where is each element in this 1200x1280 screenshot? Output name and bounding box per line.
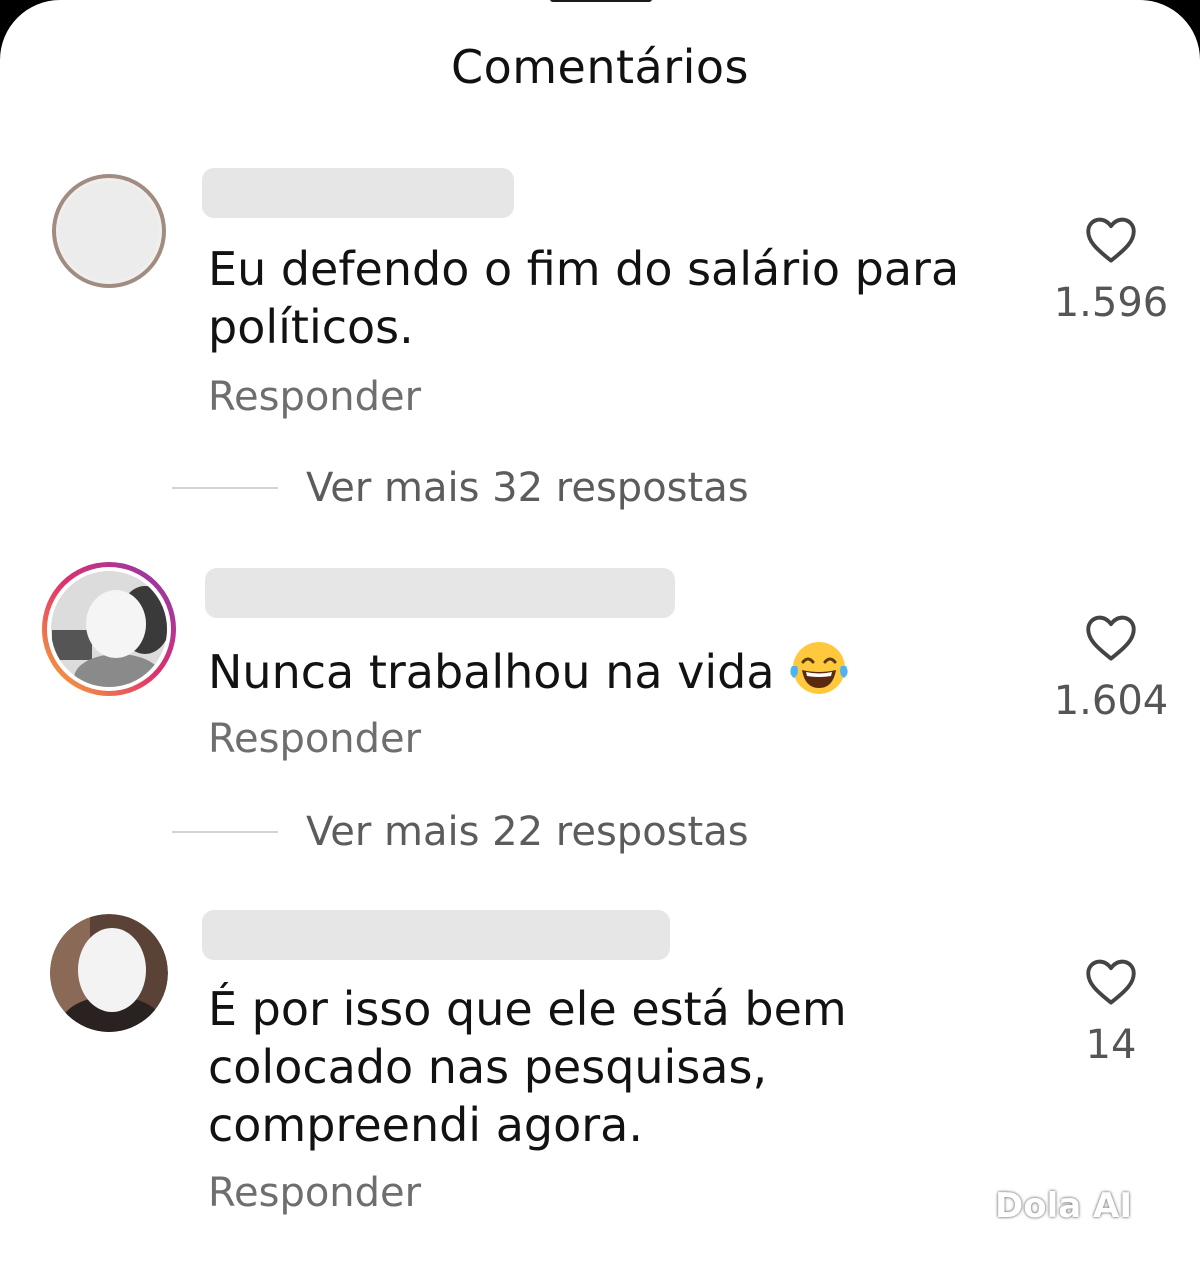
reply-button[interactable]: Responder xyxy=(208,1170,421,1216)
comment-text: É por isso que ele está bem colocado nas… xyxy=(208,982,847,1152)
avatar-with-story-ring[interactable] xyxy=(40,560,178,698)
divider-line xyxy=(172,831,278,833)
reply-button[interactable]: Responder xyxy=(208,716,421,762)
view-more-label: Ver mais 22 respostas xyxy=(306,809,749,855)
like-count: 1.596 xyxy=(1053,280,1169,326)
comment-text: Eu defendo o fim do salário para polític… xyxy=(208,242,960,354)
comment-text-content: Nunca trabalhou na vida xyxy=(208,645,775,699)
comment-text: Nunca trabalhou na vida xyxy=(208,640,1008,709)
laughing-emoji-icon xyxy=(789,640,849,709)
reply-button[interactable]: Responder xyxy=(208,374,421,420)
view-more-replies[interactable]: Ver mais 32 respostas xyxy=(172,458,749,518)
sheet-title: Comentários xyxy=(450,40,750,94)
avatar[interactable] xyxy=(50,172,168,290)
username-redacted xyxy=(202,168,514,218)
username-redacted xyxy=(202,910,670,960)
like-button[interactable]: 14 xyxy=(1036,958,1186,1068)
watermark: Dola AI xyxy=(995,1186,1132,1226)
heart-icon xyxy=(1086,959,1136,1005)
heart-icon xyxy=(1086,615,1136,661)
view-more-label: Ver mais 32 respostas xyxy=(306,465,749,511)
view-more-replies[interactable]: Ver mais 22 respostas xyxy=(172,802,749,862)
divider-line xyxy=(172,487,278,489)
like-button[interactable]: 1.596 xyxy=(1036,216,1186,326)
like-count: 1.604 xyxy=(1053,678,1169,724)
heart-icon xyxy=(1086,217,1136,263)
drag-handle[interactable] xyxy=(550,0,652,2)
username-redacted xyxy=(205,568,675,618)
avatar[interactable] xyxy=(50,914,168,1032)
comments-sheet: Comentários Eu defendo o fim do salário … xyxy=(0,0,1200,1280)
like-button[interactable]: 1.604 xyxy=(1036,614,1186,724)
like-count: 14 xyxy=(1085,1022,1137,1068)
